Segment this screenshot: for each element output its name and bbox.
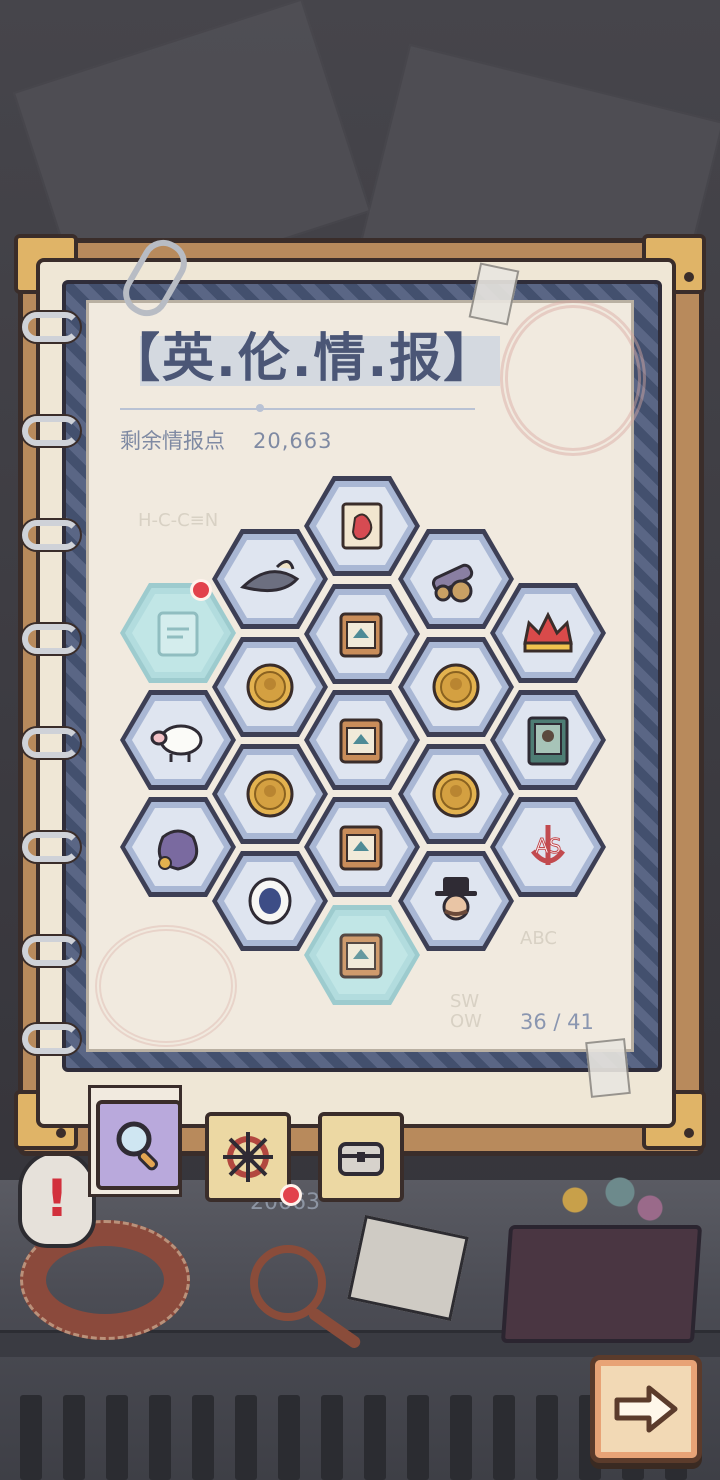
title-divider	[120, 408, 475, 410]
crate-prop	[500, 1225, 703, 1343]
binder-ring	[22, 1024, 80, 1054]
map-card-icon	[339, 933, 383, 979]
intel-points-value: 20,663	[253, 429, 333, 453]
stamp-mark	[95, 925, 237, 1047]
map-card-icon	[339, 718, 383, 764]
fur-cloak-icon	[248, 877, 292, 925]
notification-dot	[280, 1184, 302, 1206]
magnifier-icon	[116, 1121, 158, 1171]
tab-intel[interactable]	[96, 1100, 182, 1190]
cannon-icon	[431, 563, 474, 603]
page-title: 【英.伦.情.报】	[108, 329, 498, 389]
tab-voyage[interactable]	[205, 1112, 291, 1202]
intel-points-label: 剩余情报点	[120, 429, 225, 453]
sheep-icon	[150, 724, 203, 762]
magnifier-prop	[250, 1245, 326, 1321]
map-card-icon	[339, 612, 383, 658]
binder-ring	[22, 624, 80, 654]
ship-wheel-icon	[223, 1132, 273, 1182]
title-divider-dot	[256, 404, 264, 412]
map-card-icon	[339, 825, 383, 871]
svg-text:AS: AS	[535, 834, 561, 858]
anchor-emblem-icon: AS	[531, 825, 565, 865]
notification-dot	[190, 579, 212, 601]
doodle-formula: H-C-C≡N	[138, 510, 219, 531]
stamp-mark	[500, 300, 646, 456]
tab-chest[interactable]	[318, 1112, 404, 1202]
bicorne-hat-icon	[240, 560, 300, 593]
exclamation-icon[interactable]: !	[18, 1150, 96, 1248]
binder-ring	[22, 936, 80, 966]
gentleman-icon	[435, 877, 477, 921]
portrait-cards-icon	[527, 716, 569, 766]
binder-ring	[22, 312, 80, 342]
intel-points: 剩余情报点 20,663	[120, 425, 332, 455]
binder-ring	[22, 520, 80, 550]
crown-icon	[523, 611, 573, 653]
doodle-abc: ABC	[520, 928, 557, 949]
coin-sack-icon	[157, 829, 199, 871]
binder-ring	[22, 416, 80, 446]
binder-ring	[22, 832, 80, 862]
tape	[585, 1038, 631, 1098]
gold-coin-icon	[246, 770, 294, 818]
doodle-sw: SW OW	[450, 991, 482, 1032]
gold-coin-icon	[432, 663, 480, 711]
letter-icon	[157, 611, 199, 657]
gold-coin-icon	[432, 770, 480, 818]
arrow-right-icon	[614, 1385, 678, 1433]
next-button[interactable]	[590, 1355, 702, 1463]
gold-coin-icon	[246, 663, 294, 711]
page-indicator: 36 / 41	[520, 1010, 594, 1034]
binder-ring	[22, 728, 80, 758]
map-scroll-icon	[341, 502, 383, 550]
chest-icon	[338, 1142, 384, 1176]
